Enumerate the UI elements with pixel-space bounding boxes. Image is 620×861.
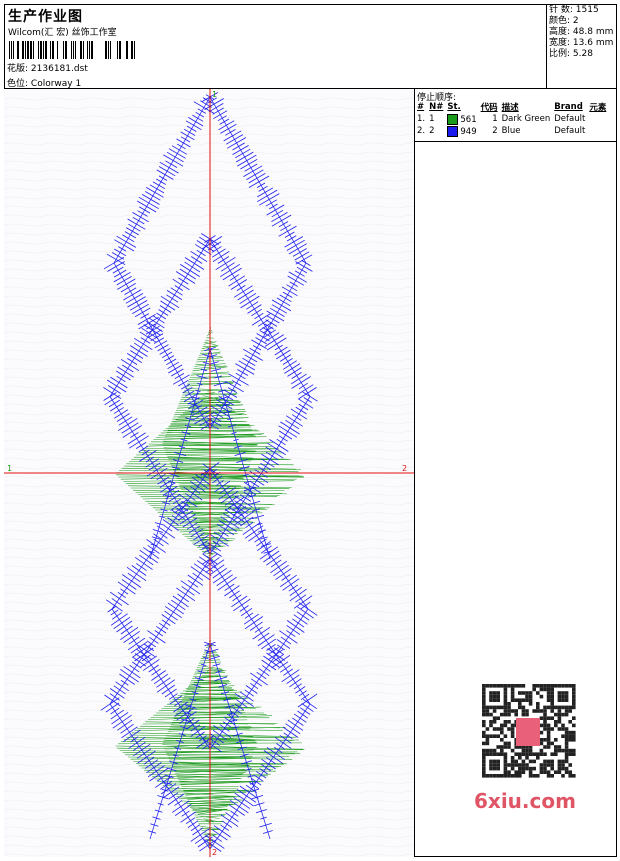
design-file-label: 花版: (7, 64, 29, 74)
design-file-value: 2136181.dst (30, 64, 88, 74)
design-canvas[interactable]: 1 2 1 2 (4, 89, 415, 857)
col-index: # (417, 102, 425, 112)
barcode-graphic (9, 41, 135, 59)
colorway-value: Colorway 1 (30, 79, 82, 89)
embroidery-design: 1 2 1 2 (4, 89, 414, 857)
color-swatch (447, 125, 459, 137)
stat-stitch-count: 针 数: 1515 (549, 5, 599, 15)
watermark-text: 6xiu.com (474, 789, 576, 813)
col-needle: N# (429, 102, 444, 112)
colorway-row: 色位: Colorway 1 (7, 76, 81, 89)
axis-left-label: 1 (7, 464, 12, 473)
col-element: 元素 (589, 103, 607, 113)
stat-height: 高度: 48.8 mm (549, 27, 614, 37)
colorway-label: 色位: (7, 79, 29, 89)
design-file-row: 花版: 2136181.dst (7, 61, 88, 74)
axis-top-label: 1 (212, 90, 217, 99)
stat-scale: 比例: 5.28 (549, 49, 593, 59)
stat-colors: 颜色: 2 (549, 16, 579, 26)
col-brand: Brand (554, 102, 583, 112)
table-row[interactable]: 2. 2 949 2 Blue Default (416, 125, 609, 137)
qr-stamp-logo (516, 718, 540, 746)
header-info-panel: 生产作业图 Wilcom(汇 宏) 丝饰工作室 花版: 2136181.dst … (4, 4, 547, 89)
qr-code-graphic (482, 684, 576, 778)
stats-panel: 针 数: 1515 颜色: 2 高度: 48.8 mm 宽度: 13.6 mm … (547, 4, 617, 89)
page-title: 生产作业图 (8, 9, 83, 25)
stop-sequence-table: # N# St. 代码 描述 Brand 元素 1. 1 561 1 Dark … (416, 101, 609, 137)
axis-right-label: 2 (402, 464, 407, 473)
axis-bottom-label: 2 (212, 848, 217, 857)
stat-width: 宽度: 13.6 mm (549, 38, 614, 48)
col-code: 代码 (480, 103, 498, 113)
table-row[interactable]: 1. 1 561 1 Dark Green Default (416, 113, 609, 125)
color-swatch (447, 113, 459, 125)
col-st: St. (447, 102, 461, 112)
col-desc: 描述 (501, 103, 519, 113)
company-name: Wilcom(汇 宏) 丝饰工作室 (8, 28, 117, 38)
stop-sequence-panel: 停止顺序: # N# St. 代码 描述 Brand 元素 1. 1 561 1… (415, 89, 617, 142)
table-header-row: # N# St. 代码 描述 Brand 元素 (416, 101, 609, 113)
qr-code-watermark (468, 680, 586, 785)
